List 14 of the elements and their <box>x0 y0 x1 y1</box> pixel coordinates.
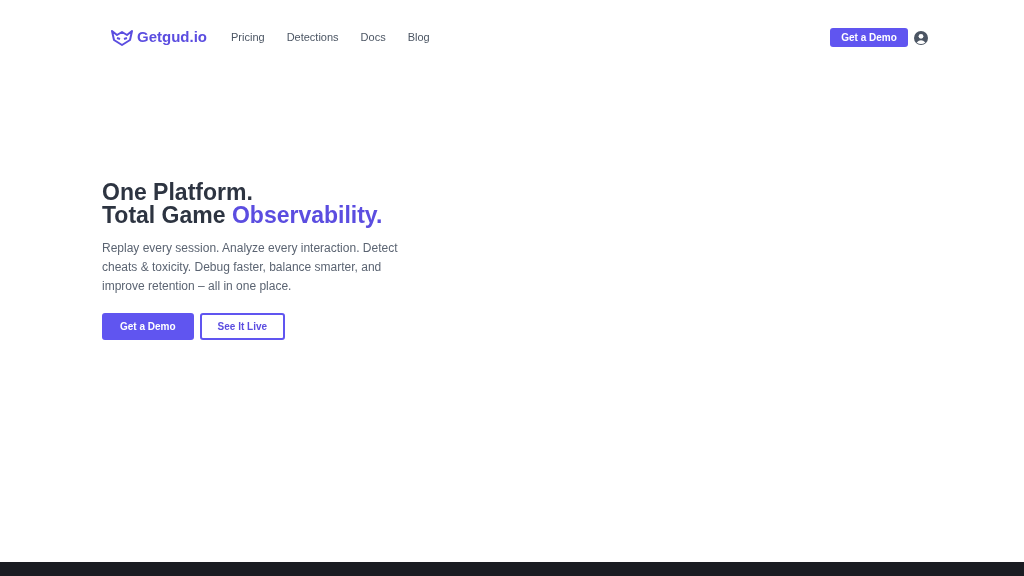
user-avatar-icon[interactable] <box>914 30 928 45</box>
demo-button[interactable]: Get a Demo <box>830 28 908 47</box>
hero-title-accent: Observability. <box>231 202 383 228</box>
nav-link[interactable]: Docs <box>360 29 386 46</box>
logo-link[interactable]: Getgud.io <box>111 26 207 49</box>
demo-button[interactable]: Get a Demo <box>102 313 194 340</box>
logo-icon <box>111 29 133 46</box>
live-button[interactable]: See It Live <box>199 313 286 340</box>
hero-title: One Platform. <box>102 181 254 204</box>
nav-link[interactable]: Blog <box>407 29 430 46</box>
nav-link[interactable]: Pricing <box>231 29 265 46</box>
nav-link[interactable]: Detections <box>286 29 339 46</box>
hero-description: Replay every session. Analyze every interaction. Detect cheats & toxicity. Debug faster, balance smarter, and improve retention – all in one place. <box>102 240 399 295</box>
hero-title: Total Game <box>102 202 227 228</box>
